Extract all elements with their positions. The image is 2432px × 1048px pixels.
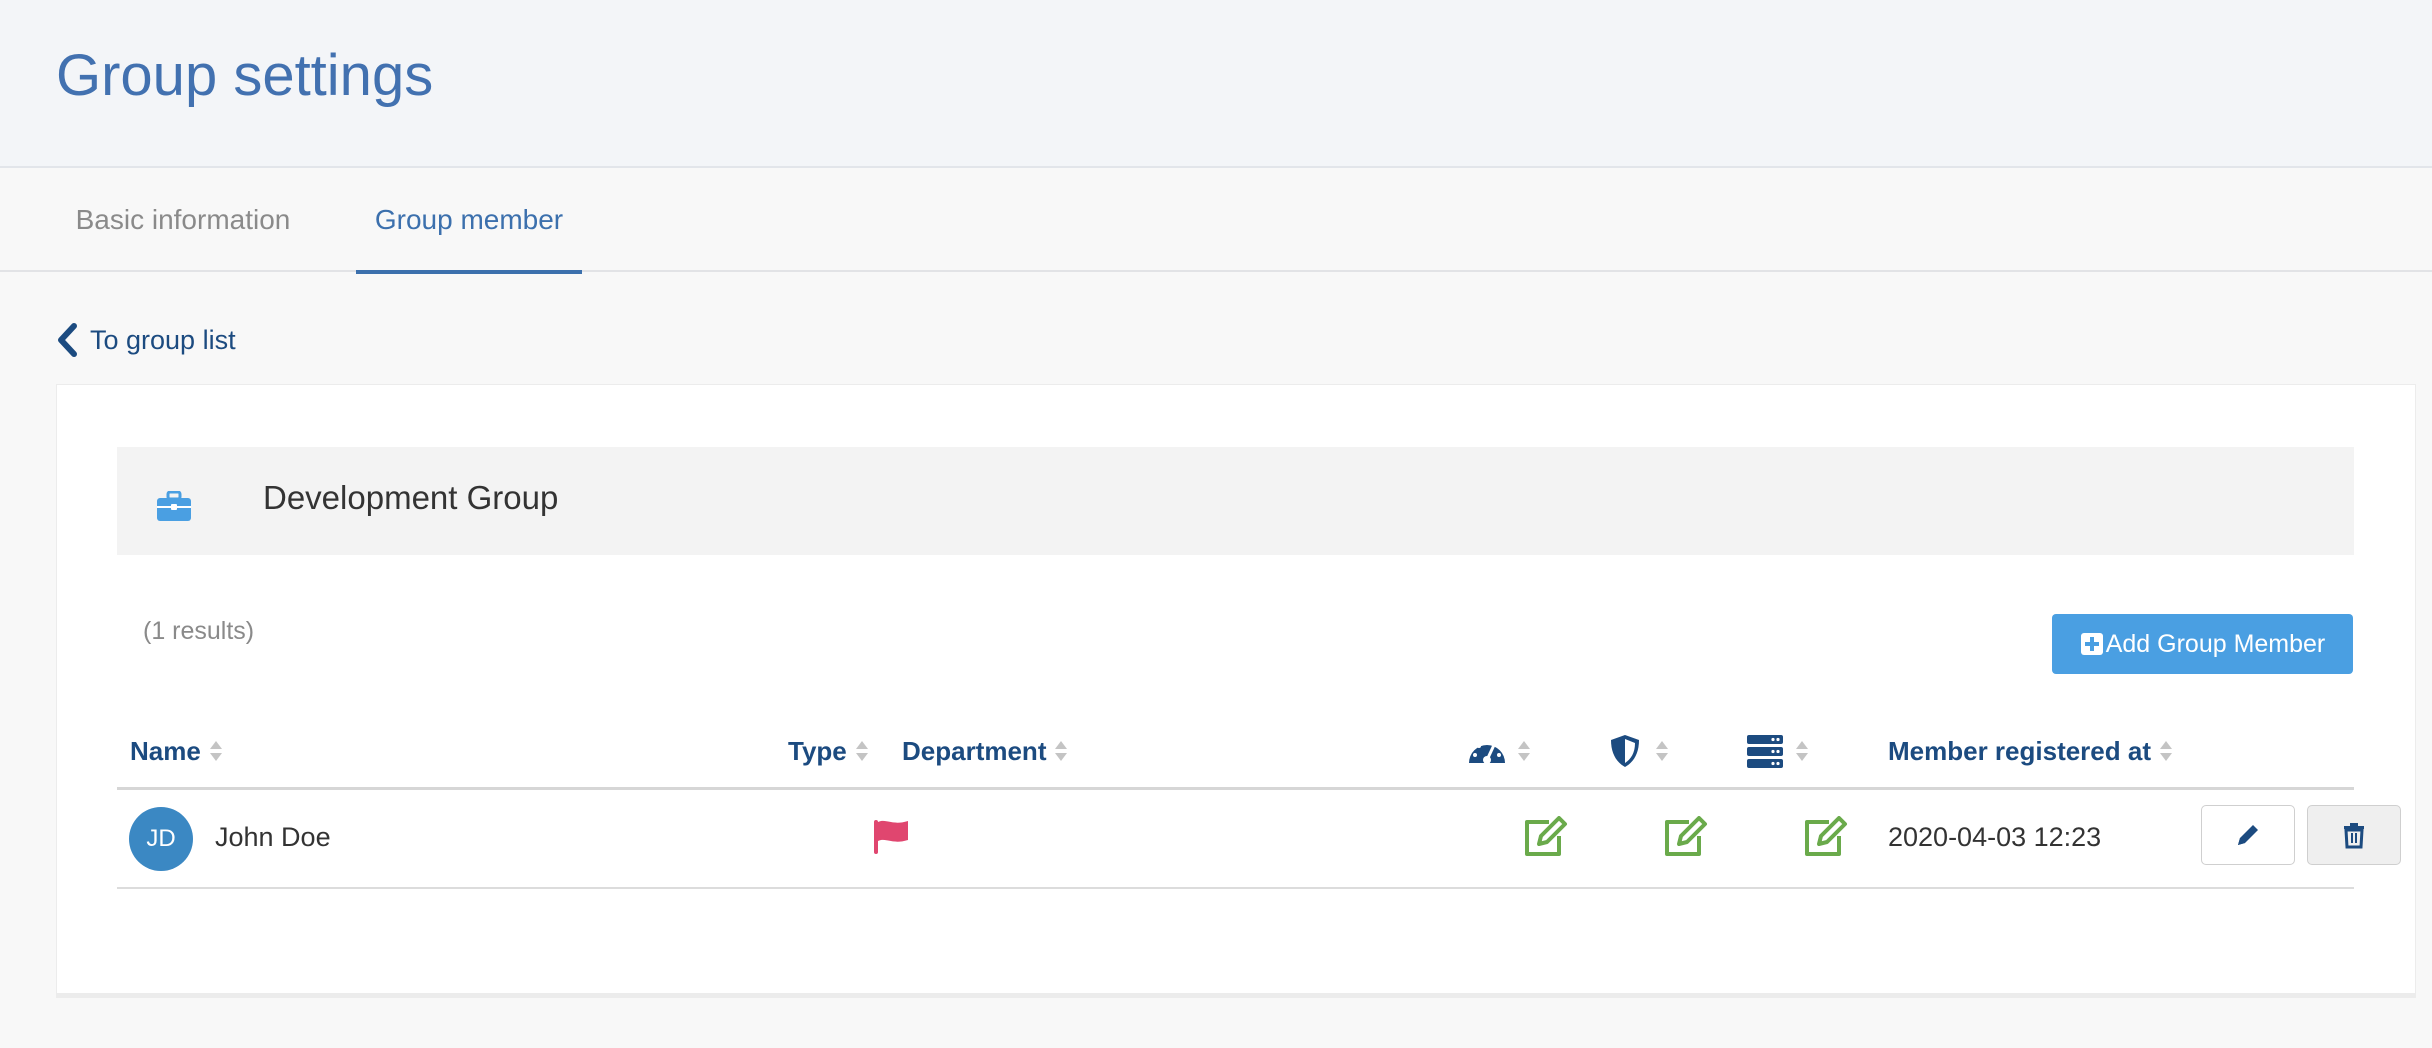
shield-icon (1611, 735, 1639, 767)
edit-icon[interactable] (1801, 816, 1849, 860)
delete-member-button[interactable] (2307, 805, 2401, 865)
table-row-divider (117, 887, 2354, 889)
page-title: Group settings (56, 43, 434, 108)
sort-icon (1055, 741, 1068, 761)
edit-member-button[interactable] (2201, 805, 2295, 865)
results-count: (1 results) (143, 617, 255, 645)
column-header-dashboard[interactable] (1465, 729, 1531, 773)
column-header-type[interactable]: Type (788, 729, 869, 773)
column-header-department[interactable]: Department (902, 729, 1068, 773)
member-name: John Doe (215, 822, 331, 852)
sort-icon (2159, 741, 2172, 761)
group-header: Development Group (117, 447, 2354, 555)
add-group-member-label: Add Group Member (2105, 629, 2326, 658)
column-header-server[interactable] (1743, 729, 1809, 773)
add-group-member-button[interactable]: Add Group Member (2052, 614, 2353, 674)
group-member-card: Development Group (1 results) Add Group … (56, 384, 2416, 994)
edit-icon[interactable] (1521, 816, 1569, 860)
sort-icon (1796, 741, 1808, 761)
table-row: JD John Doe 2020-04-03 12:23 (117, 790, 2401, 887)
plus-square-icon (2080, 633, 2103, 655)
trash-icon (2344, 823, 2364, 849)
back-link-label: To group list (90, 324, 236, 355)
flag-icon (874, 820, 908, 854)
chevron-left-icon (58, 323, 77, 357)
column-header-registered-at[interactable]: Member registered at (1888, 729, 2173, 773)
dashboard-icon (1469, 740, 1505, 764)
column-header-name[interactable]: Name (130, 729, 223, 773)
back-to-group-list-link[interactable]: To group list (56, 320, 236, 360)
sort-icon (209, 741, 222, 761)
registered-at: 2020-04-03 12:23 (1888, 822, 2102, 852)
avatar: JD (129, 807, 193, 871)
sort-icon (855, 741, 868, 761)
column-header-shield[interactable] (1603, 729, 1669, 773)
tab-group-member[interactable]: Group member (356, 168, 582, 274)
page-header: Group settings (0, 0, 2432, 168)
tab-bar: Basic information Group member (0, 168, 2432, 274)
pencil-icon (2238, 825, 2258, 845)
sort-icon (1518, 741, 1530, 761)
briefcase-icon (157, 491, 191, 521)
server-icon (1747, 735, 1783, 768)
sort-icon (1656, 741, 1668, 761)
tab-basic-information[interactable]: Basic information (56, 168, 310, 272)
group-name: Development Group (263, 479, 559, 516)
edit-icon[interactable] (1661, 816, 1709, 860)
